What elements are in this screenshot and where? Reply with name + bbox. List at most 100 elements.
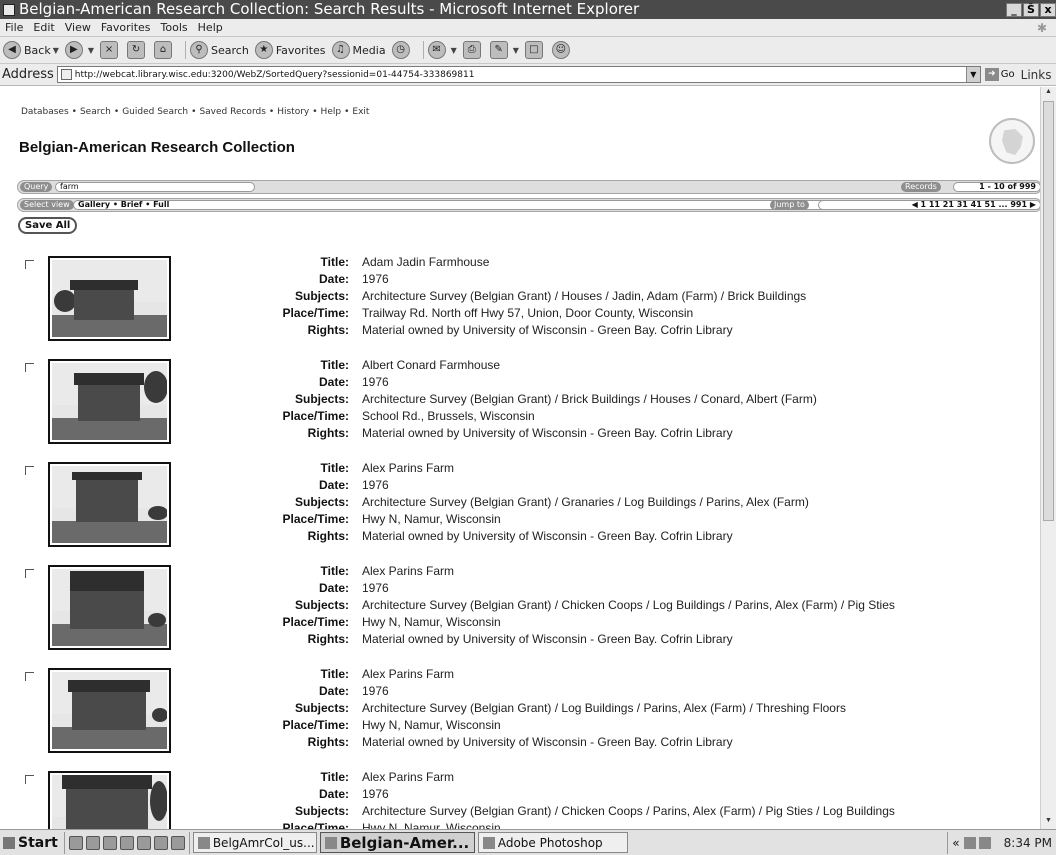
records-count: 1 - 10 of 999 — [953, 182, 1040, 192]
field-label: Date: — [318, 375, 349, 389]
minimize-button[interactable]: _ — [1006, 2, 1022, 17]
field-row-title: Title: Alex Parins Farm — [230, 460, 1030, 477]
record-thumbnail[interactable] — [48, 359, 171, 444]
word-quicklaunch-icon[interactable] — [119, 835, 134, 850]
outlook-quicklaunch-icon[interactable] — [85, 835, 100, 850]
field-label: Date: — [318, 581, 349, 595]
nav-databases[interactable]: Databases — [21, 107, 69, 117]
select-record-checkbox[interactable] — [25, 672, 34, 681]
field-value-title[interactable]: Alex Parins Farm — [362, 666, 1030, 683]
record-thumbnail[interactable] — [48, 256, 171, 341]
media-quicklaunch-icon[interactable] — [153, 835, 168, 850]
nav-exit[interactable]: Exit — [352, 107, 369, 117]
menu-file[interactable]: File — [0, 21, 28, 34]
menu-help[interactable]: Help — [193, 21, 228, 34]
ie-app-icon[interactable] — [3, 3, 15, 16]
scrollbar-thumb[interactable] — [1043, 101, 1054, 521]
quick-launch — [65, 831, 190, 854]
mail-dropdown-icon[interactable]: ▼ — [451, 46, 457, 55]
folder-quicklaunch-icon[interactable] — [170, 835, 185, 850]
search-button[interactable]: ⚲ Search — [190, 41, 249, 59]
nav-guided-search[interactable]: Guided Search — [122, 107, 188, 117]
back-dropdown-icon[interactable]: ▼ — [53, 46, 59, 55]
task-belgian-american-ie[interactable]: Belgian-Amer... — [319, 832, 475, 853]
media-icon: ♫ — [331, 41, 350, 59]
save-all-button[interactable]: Save All — [18, 217, 78, 234]
address-dropdown-icon[interactable]: ▼ — [965, 67, 980, 82]
menu-favorites[interactable]: Favorites — [96, 21, 156, 34]
field-value-title[interactable]: Alex Parins Farm — [362, 769, 1030, 786]
select-record-checkbox[interactable] — [25, 260, 34, 269]
tray-expand-chevron[interactable]: « — [952, 836, 959, 850]
start-button[interactable]: Start — [0, 831, 65, 854]
menu-tools[interactable]: Tools — [156, 21, 193, 34]
record-thumbnail[interactable] — [48, 565, 171, 650]
nav-saved-records[interactable]: Saved Records — [199, 107, 265, 117]
record-fields: Title: Albert Conard Farmhouse Date: 1976 Su… — [230, 357, 1030, 442]
home-button[interactable]: ⌂ — [154, 41, 175, 59]
menu-view[interactable]: View — [60, 21, 96, 34]
favorites-button[interactable]: ★ Favorites — [254, 41, 326, 59]
vertical-scrollbar[interactable]: ▲ ▼ — [1040, 87, 1056, 829]
task-adobe-photoshop[interactable]: Adobe Photoshop — [477, 832, 628, 853]
record-thumbnail[interactable] — [48, 771, 171, 829]
field-row-rights: Rights: Material owned by University of W… — [230, 734, 1030, 751]
forward-dropdown-icon[interactable]: ▼ — [88, 46, 94, 55]
field-value-title[interactable]: Alex Parins Farm — [362, 563, 1030, 580]
result-record: Title: Adam Jadin Farmhouse Date: 1976 Subje… — [0, 252, 1040, 355]
result-record: Title: Albert Conard Farmhouse Date: 1976 Su… — [0, 355, 1040, 458]
query-label: Query — [20, 182, 53, 192]
address-field[interactable]: http://webcat.library.wisc.edu:3200/WebZ… — [56, 66, 981, 83]
discuss-button[interactable]: □ — [524, 41, 546, 59]
links-toolbar[interactable]: Links — [1021, 68, 1052, 82]
field-value-subjects: Architecture Survey (Belgian Grant) / Lo… — [362, 701, 846, 715]
media-button[interactable]: ♫ Media — [331, 41, 386, 59]
nav-search[interactable]: Search — [80, 107, 111, 117]
field-label: Place/Time: — [282, 718, 349, 732]
field-value-subjects: Architecture Survey (Belgian Grant) / Gr… — [362, 495, 809, 509]
desktop-quicklaunch-icon[interactable] — [102, 835, 117, 850]
network-tray-icon[interactable] — [963, 836, 976, 849]
maximize-button[interactable]: Š — [1023, 2, 1039, 17]
field-value-title[interactable]: Adam Jadin Farmhouse — [362, 254, 1030, 271]
field-value-title[interactable]: Alex Parins Farm — [362, 460, 1030, 477]
field-row-date: Date: 1976 — [230, 580, 1030, 597]
field-value-subjects: Architecture Survey (Belgian Grant) / Br… — [362, 392, 817, 406]
edit-dropdown-icon[interactable]: ▼ — [513, 46, 519, 55]
select-record-checkbox[interactable] — [25, 775, 34, 784]
messenger-button[interactable]: ☺ — [551, 41, 573, 59]
back-button[interactable]: ◀ Back ▼ — [3, 41, 59, 59]
history-button[interactable]: ◷ — [391, 41, 413, 59]
jump-pages[interactable]: ◀ 1 11 21 31 41 51 ... 991 ▶ — [818, 200, 1040, 210]
query-value[interactable]: farm — [55, 182, 255, 192]
go-button[interactable]: ➜ Go — [984, 68, 1015, 81]
address-url[interactable]: http://webcat.library.wisc.edu:3200/WebZ… — [75, 70, 966, 80]
photo-tree — [148, 613, 166, 627]
print-button[interactable]: ⎙ — [462, 41, 484, 59]
field-label: Date: — [318, 272, 349, 286]
mail-button[interactable]: ✉ ▼ — [427, 41, 457, 59]
select-record-checkbox[interactable] — [25, 466, 34, 475]
select-record-checkbox[interactable] — [25, 363, 34, 372]
record-thumbnail[interactable] — [48, 668, 171, 753]
field-value-title[interactable]: Albert Conard Farmhouse — [362, 357, 1030, 374]
excel-quicklaunch-icon[interactable] — [136, 835, 151, 850]
scroll-down-icon[interactable]: ▼ — [1043, 817, 1054, 828]
nav-history[interactable]: History — [277, 107, 309, 117]
field-row-title: Title: Alex Parins Farm — [230, 563, 1030, 580]
edit-button[interactable]: ✎ ▼ — [489, 41, 519, 59]
record-thumbnail[interactable] — [48, 462, 171, 547]
volume-tray-icon[interactable] — [978, 836, 991, 849]
stop-button[interactable]: × — [100, 41, 121, 59]
forward-button[interactable]: ▶ ▼ — [64, 41, 94, 59]
nav-help[interactable]: Help — [321, 107, 342, 117]
view-options[interactable]: Gallery • Brief • Full — [73, 200, 833, 210]
select-record-checkbox[interactable] — [25, 569, 34, 578]
ie-quicklaunch-icon[interactable] — [68, 835, 83, 850]
scroll-up-icon[interactable]: ▲ — [1043, 88, 1054, 99]
menu-edit[interactable]: Edit — [28, 21, 59, 34]
task-belgamrcol[interactable]: BelgAmrCol_us... — [192, 832, 317, 853]
refresh-button[interactable]: ↻ — [127, 41, 148, 59]
close-button[interactable]: x — [1040, 2, 1056, 17]
start-label: Start — [18, 834, 58, 851]
